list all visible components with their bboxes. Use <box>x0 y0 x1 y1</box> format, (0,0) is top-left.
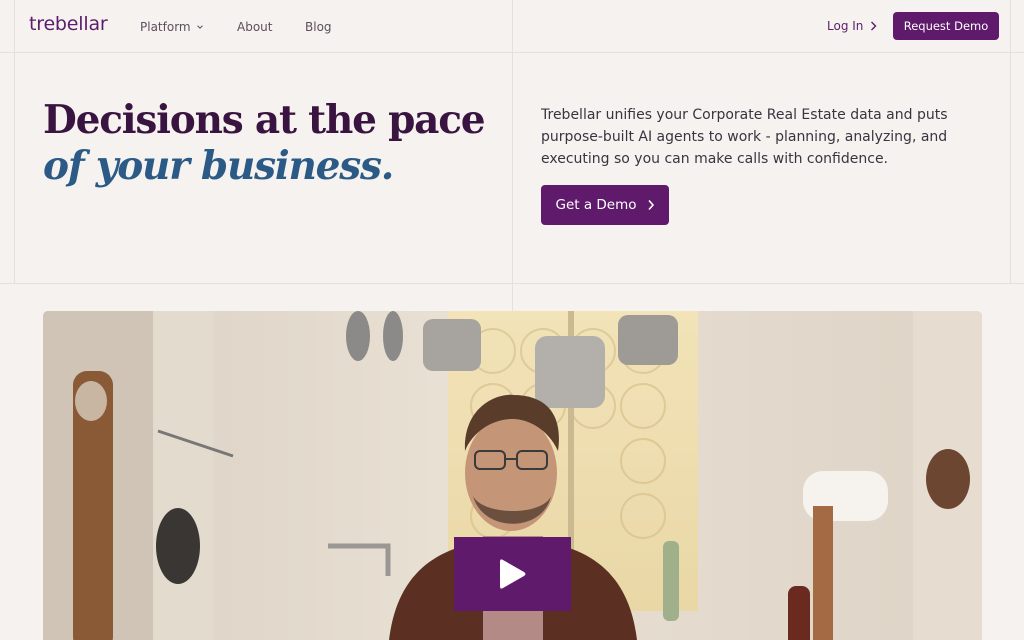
get-demo-button[interactable]: Get a Demo <box>541 185 669 225</box>
request-demo-button[interactable]: Request Demo <box>893 12 999 40</box>
nav-platform[interactable]: Platform <box>140 20 204 34</box>
nav-about[interactable]: About <box>237 20 272 34</box>
login-link[interactable]: Log In <box>827 19 877 33</box>
get-demo-label: Get a Demo <box>555 197 637 213</box>
nav-platform-label: Platform <box>140 20 191 34</box>
chevron-right-icon <box>647 199 654 211</box>
hero-description: Trebellar unifies your Corporate Real Es… <box>541 107 948 167</box>
hero-title-line2: of your business. <box>43 143 394 189</box>
site-header: trebellar Platform About Blog Log In Req… <box>0 0 1024 52</box>
hero-video[interactable] <box>43 311 982 640</box>
logo[interactable]: trebellar <box>29 13 108 35</box>
hero-title-line1: Decisions at the pace <box>43 97 486 143</box>
play-button[interactable] <box>454 537 571 611</box>
login-label: Log In <box>827 19 864 33</box>
chevron-down-icon <box>196 25 203 29</box>
chevron-right-icon <box>871 21 877 31</box>
hero-title: Decisions at the pace of your business. <box>43 97 503 189</box>
play-icon <box>499 559 525 589</box>
nav-blog[interactable]: Blog <box>305 20 332 34</box>
